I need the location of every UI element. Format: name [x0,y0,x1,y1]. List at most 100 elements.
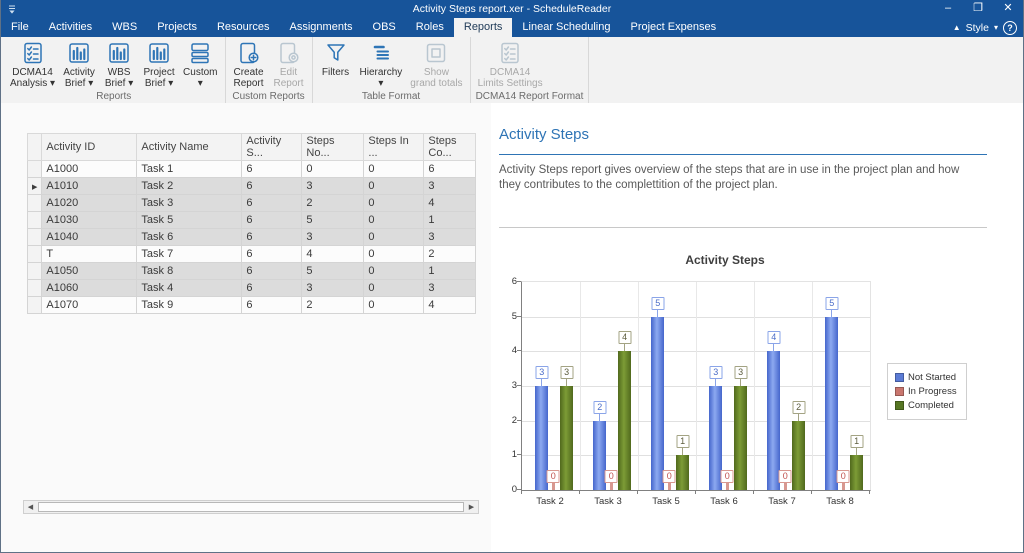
page-edit-icon [277,41,301,65]
data-label: 3 [709,366,723,379]
x-axis-tick [521,490,522,494]
table-cell: Task 7 [136,245,243,263]
style-button[interactable]: Style [966,22,989,34]
legend-item-completed: Completed [895,400,957,411]
ribbon-button-filters[interactable]: Filters [316,39,356,78]
row-gutter [26,194,43,212]
table-cell: 6 [241,194,303,212]
ribbon-button-dcma14-analysis[interactable]: DCMA14 Analysis ▾ [6,39,59,89]
data-label: 3 [560,366,574,379]
data-label: 1 [676,435,690,449]
table-cell: 3 [301,177,365,195]
label-leader-line [841,483,845,490]
table-row[interactable]: A1040 Task 66303 [26,228,477,246]
activity-steps-table: Activity ID Activity Name Activity S... Ste… [26,133,477,314]
tab-wbs[interactable]: WBS [102,18,147,37]
table-cell: A1030 [41,211,138,229]
main-content: Activity ID Activity Name Activity S... Ste… [1,103,1023,552]
column-header-steps-in[interactable]: Steps In ... [363,133,425,161]
bar-completed-task-8 [850,455,864,490]
chart-legend: Not Started In Progress Completed [887,363,967,420]
tab-linear-scheduling[interactable]: Linear Scheduling [512,18,620,37]
y-axis-tick [517,281,521,282]
legend-label: Completed [908,400,954,411]
y-axis-tick-label: 0 [511,484,517,495]
table-cell: 6 [241,262,303,280]
table-row[interactable]: A1020 Task 36204 [26,194,477,212]
column-header-activity-name[interactable]: Activity Name [136,133,243,161]
x-axis-category-label: Task 5 [652,496,680,507]
bar-chart-icon [67,41,91,65]
close-button[interactable]: ✕ [993,0,1023,18]
table-cell: 6 [241,177,303,195]
gridline [696,282,697,490]
tab-resources[interactable]: Resources [207,18,280,37]
tab-obs[interactable]: OBS [363,18,406,37]
column-header-activity-id[interactable]: Activity ID [41,133,138,161]
ribbon-button-activity-brief[interactable]: Activity Brief ▾ [59,39,99,89]
activity-steps-chart: Activity Steps 3 0 3 2 0 4 5 0 1 3 0 3 4 0 2 5 0 1 Not St… [505,251,983,517]
legend-swatch [895,373,904,382]
ribbon-button-project-brief[interactable]: Project Brief ▾ [139,39,179,89]
minimize-button[interactable]: – [933,0,963,18]
tab-assignments[interactable]: Assignments [280,18,363,37]
table-head: Activity ID Activity Name Activity S... Ste… [26,133,477,161]
table-cell: Task 4 [136,279,243,297]
table-row[interactable]: T Task 76402 [26,245,477,263]
bar-not-started-task-8 [825,316,839,490]
bar-completed-task-5 [676,455,690,490]
table-cell: 1 [423,262,477,280]
ribbon-collapse-icon[interactable]: ▲ [953,23,961,32]
y-axis-tick [517,419,521,421]
layers-icon [188,41,212,65]
column-header-steps-co[interactable]: Steps Co... [423,133,477,161]
table-cell: 6 [241,245,303,263]
tab-file[interactable]: File [1,18,39,37]
bar-completed-task-3 [618,351,632,490]
tab-roles[interactable]: Roles [406,18,454,37]
horizontal-scrollbar[interactable]: ◀ ▶ [23,500,479,514]
scroll-left-icon[interactable]: ◀ [24,501,37,513]
ribbon-button-create-report[interactable]: Create Report [229,39,269,89]
column-header-steps-no[interactable]: Steps No... [301,133,365,161]
row-gutter [26,211,43,229]
ribbon-button-label: DCMA14 Analysis ▾ [10,67,56,89]
table-row[interactable]: A1060 Task 46303 [26,279,477,297]
ribbon: DCMA14 Analysis ▾ Activity Brief ▾ WBS Bri… [1,37,1023,104]
x-axis-category-label: Task 3 [594,496,622,507]
tab-reports[interactable]: Reports [453,18,513,37]
tab-activities[interactable]: Activities [39,18,102,37]
x-axis-category-label: Task 8 [826,496,854,507]
restore-button[interactable]: ❐ [963,0,993,18]
row-gutter [26,245,43,263]
tab-project-expenses[interactable]: Project Expenses [620,18,726,37]
table-row[interactable]: A1050 Task 86501 [26,262,477,280]
row-gutter [26,262,43,280]
ribbon-button-custom[interactable]: Custom ▾ [179,39,221,89]
menu-tabs: File Activities WBS Projects Resources Assign… [1,18,726,37]
x-axis-tick [869,490,870,494]
ribbon-button-hierarchy[interactable]: Hierarchy ▾ [356,39,407,89]
legend-swatch [895,401,904,410]
help-icon[interactable]: ? [1003,20,1017,35]
tab-projects[interactable]: Projects [147,18,207,37]
table-cell: A1050 [41,262,138,280]
table-cell: Task 6 [136,228,243,246]
table-row[interactable]: A1070 Task 96204 [26,296,477,314]
table-cell: 0 [363,228,425,246]
y-axis-tick-label: 1 [511,449,517,461]
table-row[interactable]: A1000 Task 16006 [26,160,477,178]
label-leader-line [566,379,568,386]
scroll-thumb[interactable] [38,502,464,512]
scroll-right-icon[interactable]: ▶ [465,501,478,513]
ribbon-button-edit-report: Edit Report [269,39,309,89]
ribbon-button-wbs-brief[interactable]: WBS Brief ▾ [99,39,139,89]
table-row[interactable]: A1030 Task 56501 [26,211,477,229]
column-header-activity-s[interactable]: Activity S... [241,133,303,161]
style-dropdown-icon[interactable]: ▾ [994,23,998,32]
data-label: 0 [778,470,792,483]
table-row[interactable]: ▶ A1010 Task 26303 [26,177,477,195]
bar-chart-icon [147,41,171,65]
table-cell: A1020 [41,194,138,212]
hierarchy-icon [369,41,393,65]
